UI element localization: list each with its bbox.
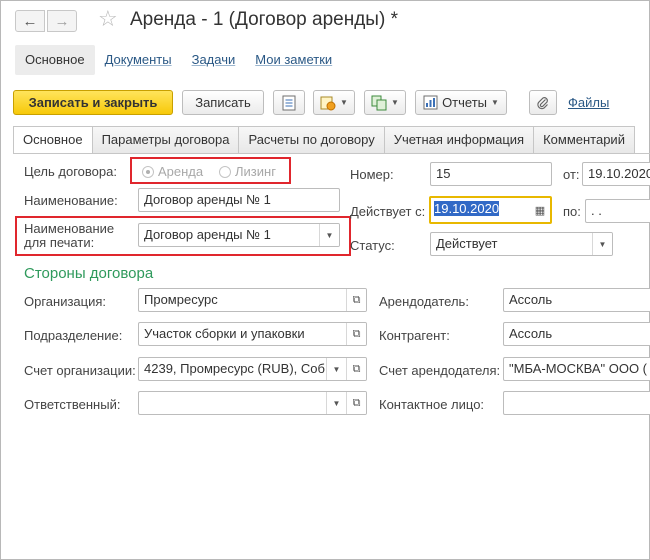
calendar-icon[interactable]: ▦ (530, 198, 550, 222)
reports-button[interactable]: Отчеты ▼ (415, 90, 507, 115)
responsible-label: Ответственный: (24, 397, 121, 412)
chevron-down-icon[interactable]: ▼ (326, 358, 346, 380)
print-name-label-line2: для печати: (24, 235, 95, 250)
related-documents-icon (371, 95, 387, 110)
radio-selected-icon (142, 166, 154, 178)
contact-label: Контактное лицо: (379, 397, 485, 412)
counterparty-label: Контрагент: (379, 328, 450, 343)
number-label: Номер: (350, 167, 394, 182)
print-name-select[interactable]: Договор аренды № 1 ▼ (138, 223, 340, 247)
create-based-on-icon (320, 96, 336, 110)
chevron-down-icon[interactable]: ▼ (592, 233, 612, 255)
valid-from-value: 19.10.2020 (434, 201, 500, 216)
chevron-down-icon: ▼ (491, 98, 499, 107)
purpose-option-rent[interactable]: Аренда (142, 164, 203, 179)
print-name-value: Договор аренды № 1 (144, 227, 271, 242)
tab-main[interactable]: Основное (13, 126, 93, 154)
parties-section-title: Стороны договора (24, 265, 154, 282)
valid-from-date-input[interactable]: 19.10.2020 ▦ (429, 196, 552, 224)
print-name-label: Наименование для печати: (24, 222, 114, 250)
section-tab-main[interactable]: Основное (15, 45, 95, 75)
org-value: Промресурс (144, 292, 218, 307)
status-select[interactable]: Действует ▼ (430, 232, 613, 256)
window-title: Аренда - 1 (Договор аренды) * (130, 9, 398, 30)
open-icon[interactable]: ⧉ (346, 358, 366, 380)
landlord-label: Арендодатель: (379, 294, 469, 309)
landlord-account-label: Счет арендодателя: (379, 363, 501, 378)
status-value: Действует (436, 236, 498, 251)
tab-settlements[interactable]: Расчеты по договору (239, 126, 385, 154)
from-date-input[interactable]: 19.10.2020 (582, 162, 650, 186)
document-window: ← → ☆ Аренда - 1 (Договор аренды) * Осно… (0, 0, 650, 560)
valid-from-label: Действует с: (350, 204, 426, 219)
purpose-option-leasing-label: Лизинг (235, 164, 276, 179)
reports-label: Отчеты (442, 95, 487, 110)
section-tabs: Основное Документы Задачи Мои заметки (15, 45, 342, 75)
name-input[interactable]: Договор аренды № 1 (138, 188, 340, 212)
back-button[interactable]: ← (15, 10, 45, 32)
tab-contract-params[interactable]: Параметры договора (92, 126, 240, 154)
account-value: 4239, Промресурс (RUB), Соб (144, 361, 325, 376)
dept-label: Подразделение: (24, 328, 123, 343)
landlord-account-input[interactable]: "МБА-МОСКВА" ООО ( (503, 357, 650, 381)
open-icon[interactable]: ⧉ (346, 323, 366, 345)
purpose-option-rent-label: Аренда (158, 164, 204, 179)
to-label: по: (563, 204, 581, 219)
responsible-select[interactable]: ▼ ⧉ (138, 391, 367, 415)
tabs-divider (13, 153, 650, 154)
arrow-left-icon: ← (22, 12, 38, 30)
section-tab-documents[interactable]: Документы (95, 45, 182, 75)
section-tab-tasks[interactable]: Задачи (182, 45, 246, 75)
forward-button[interactable]: → (47, 10, 77, 32)
account-select[interactable]: 4239, Промресурс (RUB), Соб ▼ ⧉ (138, 357, 367, 381)
status-label: Статус: (350, 238, 395, 253)
form-tabs: Основное Параметры договора Расчеты по д… (13, 126, 635, 154)
print-name-label-line1: Наименование (24, 221, 115, 236)
number-input[interactable]: 15 (430, 162, 552, 186)
files-link[interactable]: Файлы (568, 95, 609, 110)
list-button[interactable] (273, 90, 305, 115)
favorite-star-icon[interactable]: ☆ (98, 6, 118, 32)
account-label: Счет организации: (24, 363, 136, 378)
report-icon (423, 95, 438, 110)
chevron-down-icon[interactable]: ▼ (326, 392, 346, 414)
purpose-label: Цель договора: (24, 164, 117, 179)
chevron-down-icon: ▼ (340, 98, 348, 107)
name-label: Наименование: (24, 193, 118, 208)
counterparty-input[interactable]: Ассоль (503, 322, 650, 346)
create-based-on-button[interactable]: ▼ (313, 90, 355, 115)
org-label: Организация: (24, 294, 107, 309)
paperclip-icon (537, 96, 548, 109)
attach-button[interactable] (529, 90, 557, 115)
to-date-input[interactable]: . . (585, 199, 650, 223)
tab-accounting-info[interactable]: Учетная информация (384, 126, 535, 154)
dept-input[interactable]: Участок сборки и упаковки ⧉ (138, 322, 367, 346)
contact-input[interactable] (503, 391, 650, 415)
open-icon[interactable]: ⧉ (346, 289, 366, 311)
tab-comment[interactable]: Комментарий (534, 126, 635, 154)
from-label: от: (563, 167, 580, 182)
write-button[interactable]: Записать (182, 90, 264, 115)
open-icon[interactable]: ⧉ (346, 392, 366, 414)
section-tab-notes[interactable]: Мои заметки (245, 45, 342, 75)
document-list-icon (282, 95, 296, 110)
arrow-right-icon: → (54, 12, 70, 30)
radio-empty-icon (219, 166, 231, 178)
purpose-option-leasing[interactable]: Лизинг (219, 164, 276, 179)
org-input[interactable]: Промресурс ⧉ (138, 288, 367, 312)
write-close-button[interactable]: Записать и закрыть (13, 90, 173, 115)
landlord-input[interactable]: Ассоль (503, 288, 650, 312)
chevron-down-icon[interactable]: ▼ (319, 224, 339, 246)
dept-value: Участок сборки и упаковки (144, 326, 305, 341)
chevron-down-icon: ▼ (391, 98, 399, 107)
related-documents-button[interactable]: ▼ (364, 90, 406, 115)
